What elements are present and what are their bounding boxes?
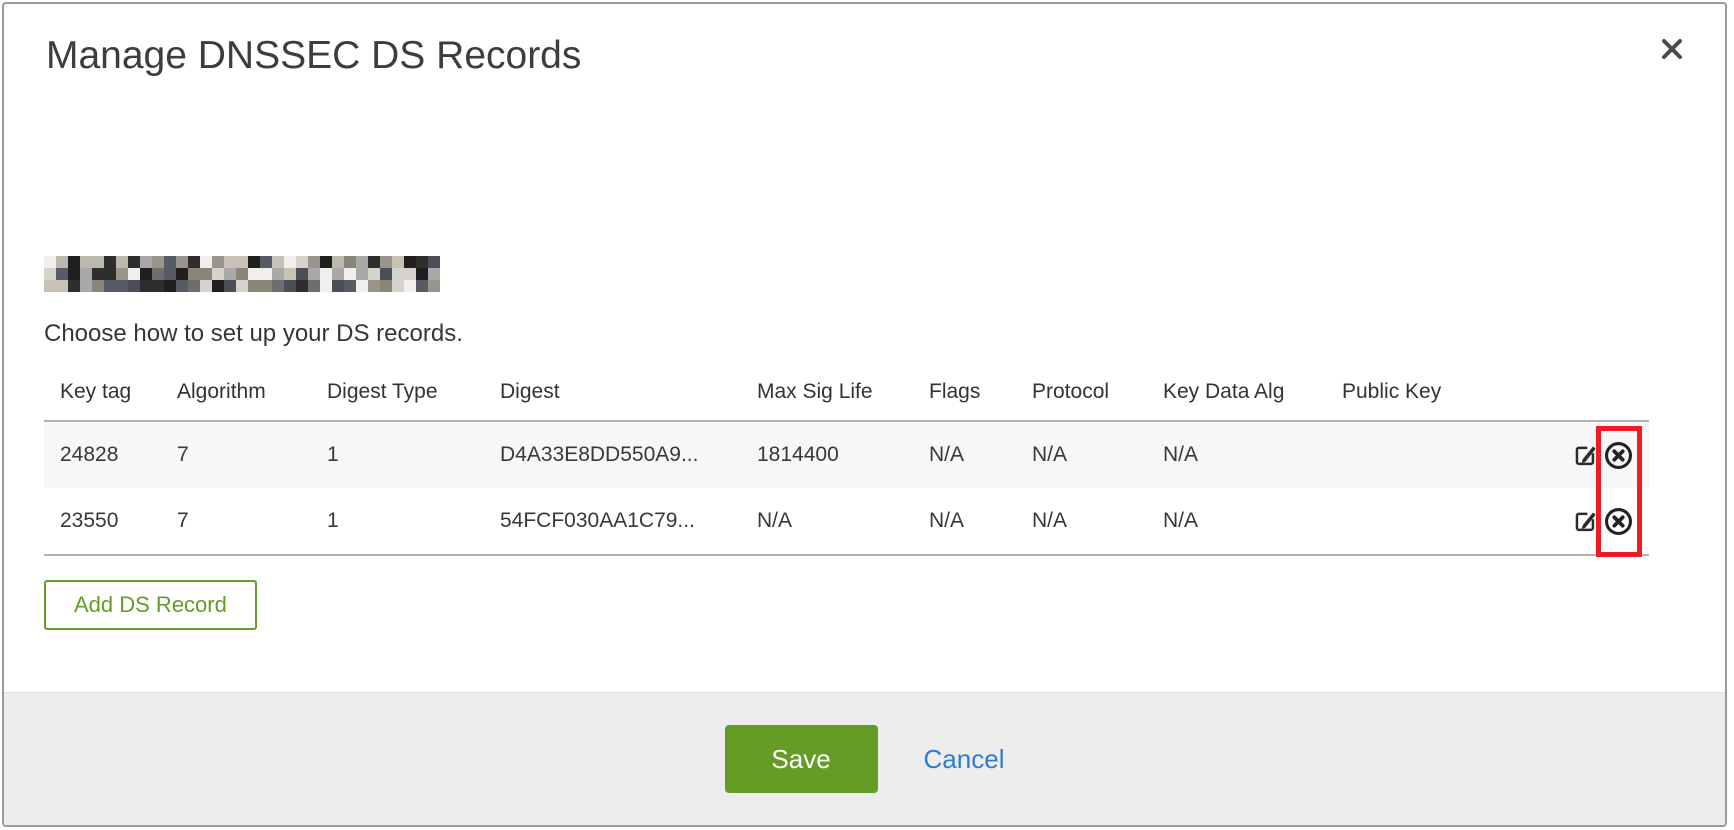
- page-title: Manage DNSSEC DS Records: [46, 34, 581, 78]
- cell-max-sig-life: 1814400: [757, 421, 929, 488]
- dnssec-modal: Manage DNSSEC DS Records Choose how to s…: [2, 2, 1727, 827]
- remove-record-button[interactable]: [1603, 506, 1634, 537]
- edit-record-button[interactable]: [1572, 508, 1599, 535]
- col-header-flags: Flags: [929, 366, 1032, 421]
- cell-public-key: [1342, 488, 1569, 555]
- ds-records-table: Key tag Algorithm Digest Type Digest Max…: [44, 366, 1649, 556]
- cell-digest-type: 1: [327, 421, 500, 488]
- cell-key-data-alg: N/A: [1163, 488, 1342, 555]
- col-header-public-key: Public Key: [1342, 366, 1569, 421]
- edit-record-button[interactable]: [1572, 442, 1599, 469]
- col-header-digest-type: Digest Type: [327, 366, 500, 421]
- col-header-key-data-alg: Key Data Alg: [1163, 366, 1342, 421]
- cell-digest: D4A33E8DD550A9...: [500, 421, 757, 488]
- table-header-row: Key tag Algorithm Digest Type Digest Max…: [44, 366, 1649, 421]
- edit-pencil-icon: [1572, 442, 1599, 469]
- save-button[interactable]: Save: [725, 725, 878, 793]
- cell-digest: 54FCF030AA1C79...: [500, 488, 757, 555]
- edit-pencil-icon: [1572, 508, 1599, 535]
- cell-algorithm: 7: [177, 421, 327, 488]
- cell-protocol: N/A: [1032, 421, 1163, 488]
- cell-key-tag: 24828: [44, 421, 177, 488]
- cell-key-tag: 23550: [44, 488, 177, 555]
- close-icon: [1657, 34, 1687, 64]
- col-header-protocol: Protocol: [1032, 366, 1163, 421]
- add-ds-record-button[interactable]: Add DS Record: [44, 580, 257, 630]
- col-header-max-sig-life: Max Sig Life: [757, 366, 929, 421]
- cancel-link[interactable]: Cancel: [924, 744, 1005, 775]
- instruction-text: Choose how to set up your DS records.: [44, 320, 463, 348]
- remove-record-button[interactable]: [1603, 440, 1634, 471]
- col-header-actions: [1569, 366, 1649, 421]
- cell-flags: N/A: [929, 488, 1032, 555]
- col-header-key-tag: Key tag: [44, 366, 177, 421]
- circle-x-icon: [1603, 506, 1634, 537]
- col-header-algorithm: Algorithm: [177, 366, 327, 421]
- table-row: 24828 7 1 D4A33E8DD550A9... 1814400 N/A …: [44, 421, 1649, 488]
- cell-flags: N/A: [929, 421, 1032, 488]
- redacted-domain-name: [44, 256, 440, 292]
- cell-max-sig-life: N/A: [757, 488, 929, 555]
- cell-actions: [1569, 488, 1649, 555]
- modal-footer: Save Cancel: [4, 692, 1725, 825]
- col-header-digest: Digest: [500, 366, 757, 421]
- cell-actions: [1569, 421, 1649, 488]
- cell-key-data-alg: N/A: [1163, 421, 1342, 488]
- cell-digest-type: 1: [327, 488, 500, 555]
- cell-algorithm: 7: [177, 488, 327, 555]
- close-button[interactable]: [1655, 32, 1689, 66]
- cell-public-key: [1342, 421, 1569, 488]
- cell-protocol: N/A: [1032, 488, 1163, 555]
- circle-x-icon: [1603, 440, 1634, 471]
- table-row: 23550 7 1 54FCF030AA1C79... N/A N/A N/A …: [44, 488, 1649, 555]
